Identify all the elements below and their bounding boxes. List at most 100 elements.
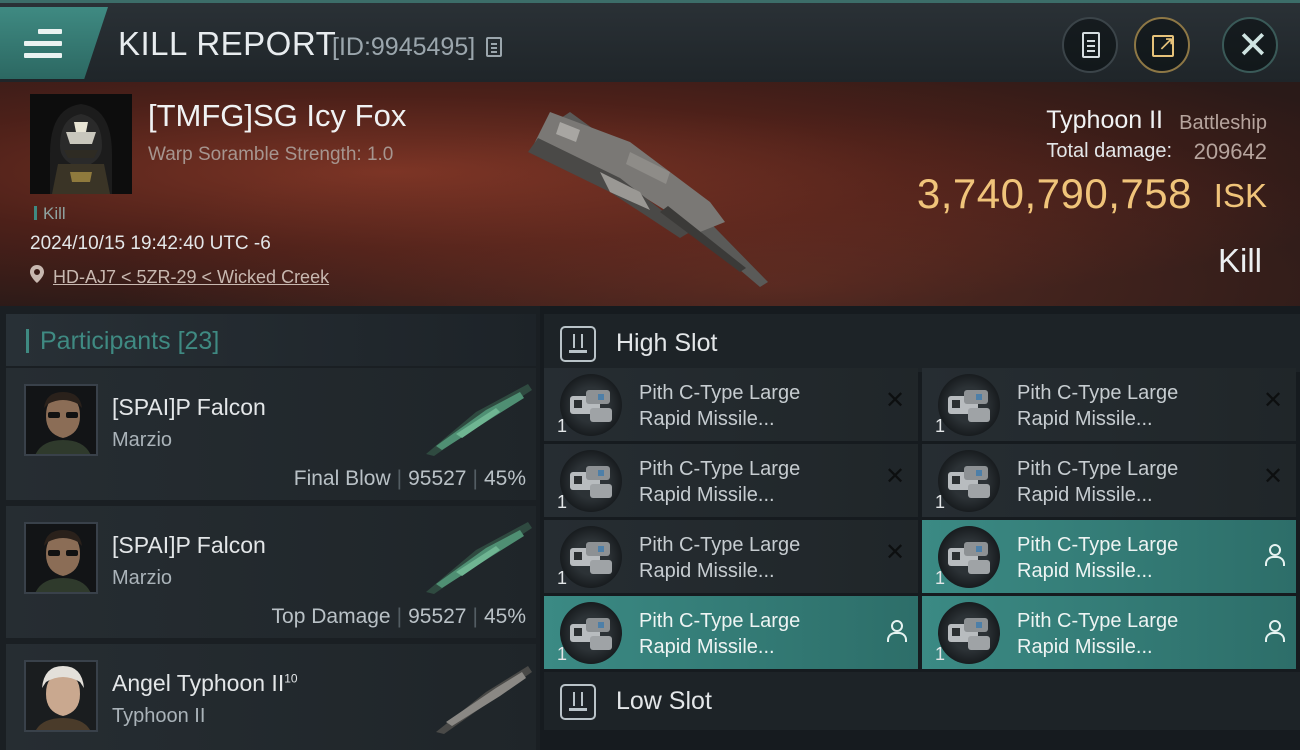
participants-panel: Participants [23] [SPAI]P Falcon Marzio … bbox=[0, 306, 540, 750]
high-slot-item[interactable]: 1 Pith C-Type Large Rapid Missile... ✕ bbox=[544, 368, 918, 441]
low-slot-header: Low Slot bbox=[544, 672, 1300, 730]
dropped-icon bbox=[886, 620, 907, 642]
participant-role: Top Damage bbox=[271, 605, 391, 628]
participant-row[interactable]: Angel Typhoon II10 Typhoon II bbox=[6, 644, 536, 750]
item-quantity: 1 bbox=[557, 492, 568, 512]
item-name: Pith C-Type Large Rapid Missile... bbox=[1017, 458, 1179, 506]
share-icon bbox=[1152, 31, 1175, 57]
title-bar: KILL REPORT [ID:9945495] ✕ bbox=[0, 0, 1300, 82]
isk-value: 3,740,790,758 bbox=[916, 170, 1192, 217]
participant-damage: 95527 bbox=[408, 605, 467, 628]
participant-name[interactable]: Angel Typhoon II10 bbox=[112, 670, 298, 697]
participant-role: Final Blow bbox=[293, 467, 391, 490]
missile-launcher-icon bbox=[560, 450, 622, 512]
participant-stats: Top Damage | 95527 | 45% bbox=[271, 605, 526, 628]
destroyed-icon: ✕ bbox=[1262, 463, 1284, 490]
location-link[interactable]: HD-AJ7 < 5ZR-29 < Wicked Creek bbox=[53, 267, 329, 288]
report-id: [ID:9945495] bbox=[332, 33, 476, 61]
missile-launcher-icon bbox=[560, 374, 622, 436]
participant-row[interactable]: [SPAI]P Falcon Marzio Top Damage | 95527 | 4… bbox=[6, 506, 536, 638]
kill-result: Kill bbox=[1217, 242, 1262, 279]
participant-ship: Marzio bbox=[112, 567, 173, 589]
participant-avatar bbox=[24, 660, 98, 732]
destroyed-icon: ✕ bbox=[1262, 387, 1284, 414]
item-quantity: 1 bbox=[557, 416, 568, 436]
menu-button[interactable] bbox=[0, 7, 108, 79]
copy-icon[interactable] bbox=[486, 37, 502, 57]
share-button[interactable] bbox=[1134, 17, 1190, 73]
high-slot-item[interactable]: 1 Pith C-Type Large Rapid Missile... bbox=[544, 596, 918, 669]
item-name: Pith C-Type Large Rapid Missile... bbox=[1017, 382, 1179, 430]
missile-launcher-icon bbox=[938, 374, 1000, 436]
item-quantity: 1 bbox=[935, 644, 946, 664]
participant-damage: 95527 bbox=[408, 467, 467, 490]
participant-name[interactable]: [SPAI]P Falcon bbox=[112, 394, 266, 421]
participant-ship-image bbox=[426, 384, 532, 456]
participant-ship-image bbox=[426, 522, 532, 594]
participant-stats: Final Blow | 95527 | 45% bbox=[293, 467, 526, 490]
kill-header: [TMFG]SG Icy Fox Warp Soramble Strength:… bbox=[0, 82, 1300, 306]
item-name: Pith C-Type Large Rapid Missile... bbox=[1017, 610, 1179, 658]
participant-name[interactable]: [SPAI]P Falcon bbox=[112, 532, 266, 559]
missile-launcher-icon bbox=[560, 602, 622, 664]
victim-name[interactable]: [TMFG]SG Icy Fox bbox=[148, 98, 406, 134]
close-icon: ✕ bbox=[1237, 25, 1269, 67]
report-button[interactable] bbox=[1062, 17, 1118, 73]
high-slot-header: High Slot bbox=[544, 314, 1300, 372]
page-title: KILL REPORT bbox=[118, 25, 337, 62]
high-slot-item[interactable]: 1 Pith C-Type Large Rapid Missile... bbox=[922, 520, 1296, 593]
high-slot-item[interactable]: 1 Pith C-Type Large Rapid Missile... ✕ bbox=[544, 520, 918, 593]
destroyed-icon: ✕ bbox=[884, 539, 906, 566]
participant-row[interactable]: [SPAI]P Falcon Marzio Final Blow | 95527 | 4… bbox=[6, 368, 536, 500]
warp-scramble-strength: Warp Soramble Strength: 1.0 bbox=[148, 144, 394, 165]
item-quantity: 1 bbox=[557, 568, 568, 588]
victim-avatar[interactable] bbox=[30, 94, 132, 194]
item-name: Pith C-Type Large Rapid Missile... bbox=[1017, 534, 1179, 582]
participants-title: Participants [23] bbox=[40, 327, 220, 355]
item-quantity: 1 bbox=[935, 568, 946, 588]
missile-launcher-icon bbox=[938, 450, 1000, 512]
dropped-icon bbox=[1264, 544, 1285, 566]
item-name: Pith C-Type Large Rapid Missile... bbox=[639, 610, 801, 658]
ship-name[interactable]: Typhoon II bbox=[1046, 106, 1163, 135]
destroyed-icon: ✕ bbox=[884, 387, 906, 414]
ship-class: Battleship bbox=[1179, 112, 1267, 134]
fitting-panel: High Slot 1 Pith C-Type Large Rapid Missil… bbox=[540, 306, 1300, 750]
high-slot-item[interactable]: 1 Pith C-Type Large Rapid Missile... bbox=[922, 596, 1296, 669]
dropped-icon bbox=[1264, 620, 1285, 642]
participant-ship-image bbox=[436, 666, 532, 734]
participant-ship: Typhoon II bbox=[112, 705, 206, 727]
kill-tag: Kill bbox=[34, 204, 66, 224]
high-slot-item[interactable]: 1 Pith C-Type Large Rapid Missile... ✕ bbox=[544, 444, 918, 517]
missile-launcher-icon bbox=[938, 526, 1000, 588]
item-name: Pith C-Type Large Rapid Missile... bbox=[639, 458, 801, 506]
item-name: Pith C-Type Large Rapid Missile... bbox=[639, 534, 801, 582]
high-slot-item[interactable]: 1 Pith C-Type Large Rapid Missile... ✕ bbox=[922, 444, 1296, 517]
kill-datetime: 2024/10/15 19:42:40 UTC -6 bbox=[30, 233, 271, 254]
close-button[interactable]: ✕ bbox=[1222, 17, 1278, 73]
item-quantity: 1 bbox=[557, 644, 568, 664]
participant-avatar bbox=[24, 522, 98, 594]
missile-launcher-icon bbox=[560, 526, 622, 588]
high-slot-item[interactable]: 1 Pith C-Type Large Rapid Missile... ✕ bbox=[922, 368, 1296, 441]
item-quantity: 1 bbox=[935, 416, 946, 436]
participant-percent: 45% bbox=[483, 605, 526, 628]
total-damage-label: Total damage: bbox=[1046, 140, 1172, 162]
high-slot-title: High Slot bbox=[616, 329, 718, 357]
participant-percent: 45% bbox=[483, 467, 526, 490]
item-quantity: 1 bbox=[935, 492, 946, 512]
item-name: Pith C-Type Large Rapid Missile... bbox=[639, 382, 801, 430]
isk-unit: ISK bbox=[1213, 177, 1267, 214]
participant-ship: Marzio bbox=[112, 429, 173, 451]
menu-icon bbox=[24, 29, 62, 59]
report-icon bbox=[1082, 32, 1100, 58]
participant-avatar bbox=[24, 384, 98, 456]
low-slot-icon bbox=[560, 684, 596, 720]
ship-image bbox=[528, 112, 768, 287]
total-damage-value: 209642 bbox=[1193, 139, 1267, 164]
destroyed-icon: ✕ bbox=[884, 463, 906, 490]
low-slot-title: Low Slot bbox=[616, 687, 712, 715]
location-pin-icon bbox=[30, 265, 44, 283]
missile-launcher-icon bbox=[938, 602, 1000, 664]
high-slot-icon bbox=[560, 326, 596, 362]
